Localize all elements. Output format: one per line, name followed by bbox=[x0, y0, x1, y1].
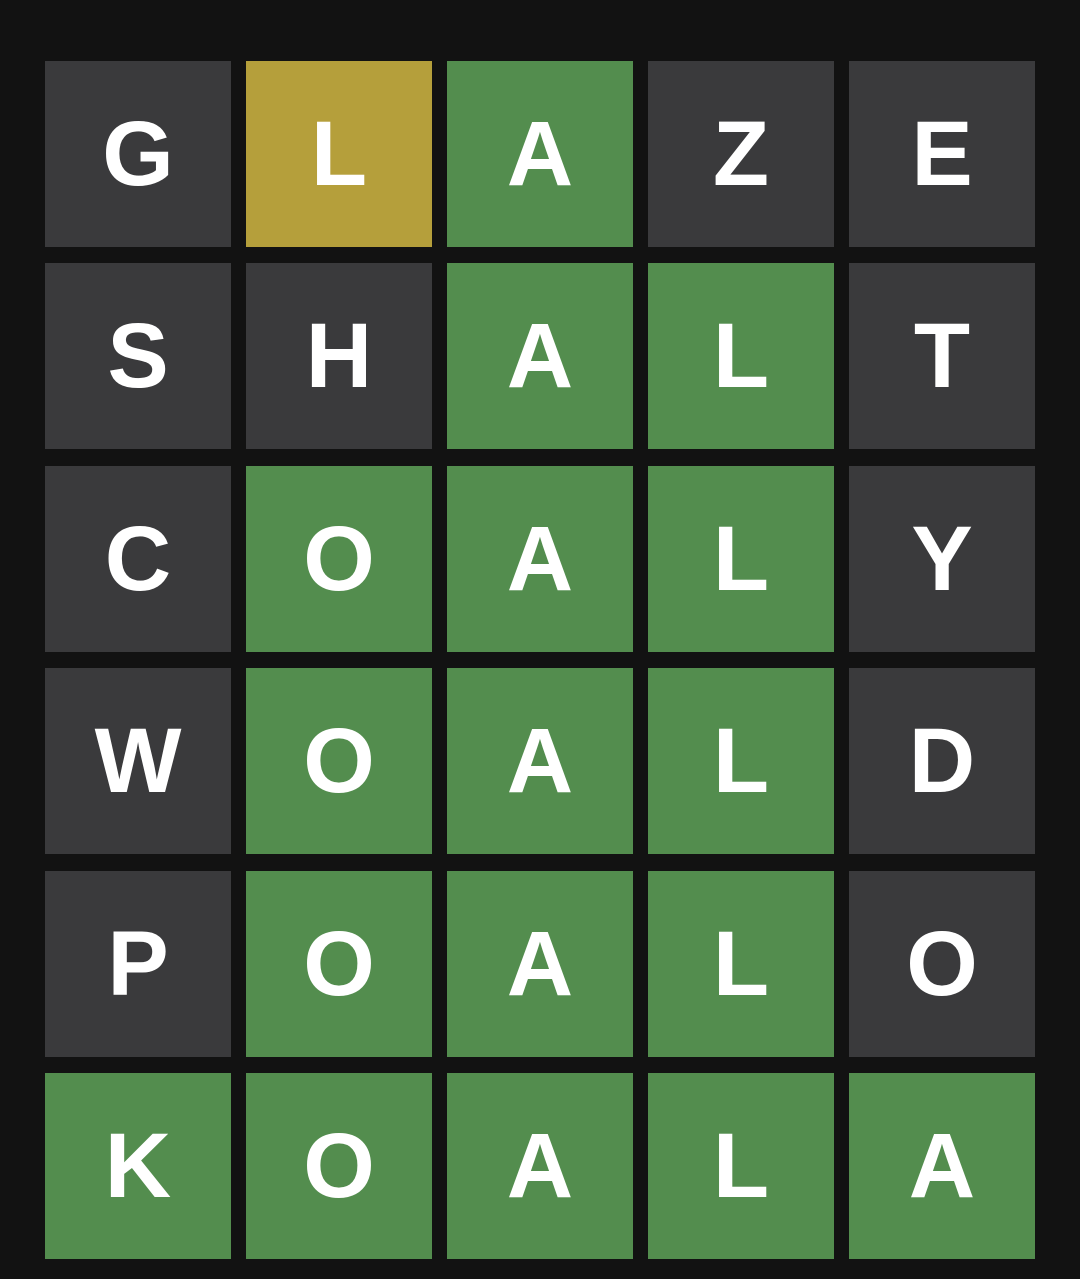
tile-r3-c1: C bbox=[45, 465, 231, 652]
tile-r1-c3: A bbox=[447, 61, 633, 247]
tile-r4-c2: O bbox=[246, 668, 432, 855]
tile-r3-c3: A bbox=[447, 465, 633, 652]
tile-r6-c4: L bbox=[648, 1072, 834, 1259]
tile-r1-c4: Z bbox=[648, 61, 834, 247]
tile-r5-c5: O bbox=[849, 870, 1035, 1057]
tile-r1-c2: L bbox=[246, 61, 432, 247]
tile-r5-c4: L bbox=[648, 870, 834, 1057]
tile-r4-c5: D bbox=[849, 668, 1035, 855]
tile-r1-c1: G bbox=[45, 61, 231, 247]
tile-r3-c5: Y bbox=[849, 465, 1035, 652]
tile-r6-c2: O bbox=[246, 1072, 432, 1259]
tile-r5-c3: A bbox=[447, 870, 633, 1057]
wordle-board: G L A Z E S H A L T C O A L Y W O A L D … bbox=[45, 61, 1035, 1259]
tile-r4-c3: A bbox=[447, 668, 633, 855]
tile-r5-c1: P bbox=[45, 870, 231, 1057]
tile-r3-c4: L bbox=[648, 465, 834, 652]
tile-r4-c1: W bbox=[45, 668, 231, 855]
tile-r6-c3: A bbox=[447, 1072, 633, 1259]
tile-r5-c2: O bbox=[246, 870, 432, 1057]
tile-r4-c4: L bbox=[648, 668, 834, 855]
tile-r2-c2: H bbox=[246, 263, 432, 450]
tile-r6-c5: A bbox=[849, 1072, 1035, 1259]
tile-r2-c5: T bbox=[849, 263, 1035, 450]
tile-r2-c1: S bbox=[45, 263, 231, 450]
tile-r3-c2: O bbox=[246, 465, 432, 652]
tile-r2-c3: A bbox=[447, 263, 633, 450]
tile-r6-c1: K bbox=[45, 1072, 231, 1259]
tile-r2-c4: L bbox=[648, 263, 834, 450]
tile-r1-c5: E bbox=[849, 61, 1035, 247]
